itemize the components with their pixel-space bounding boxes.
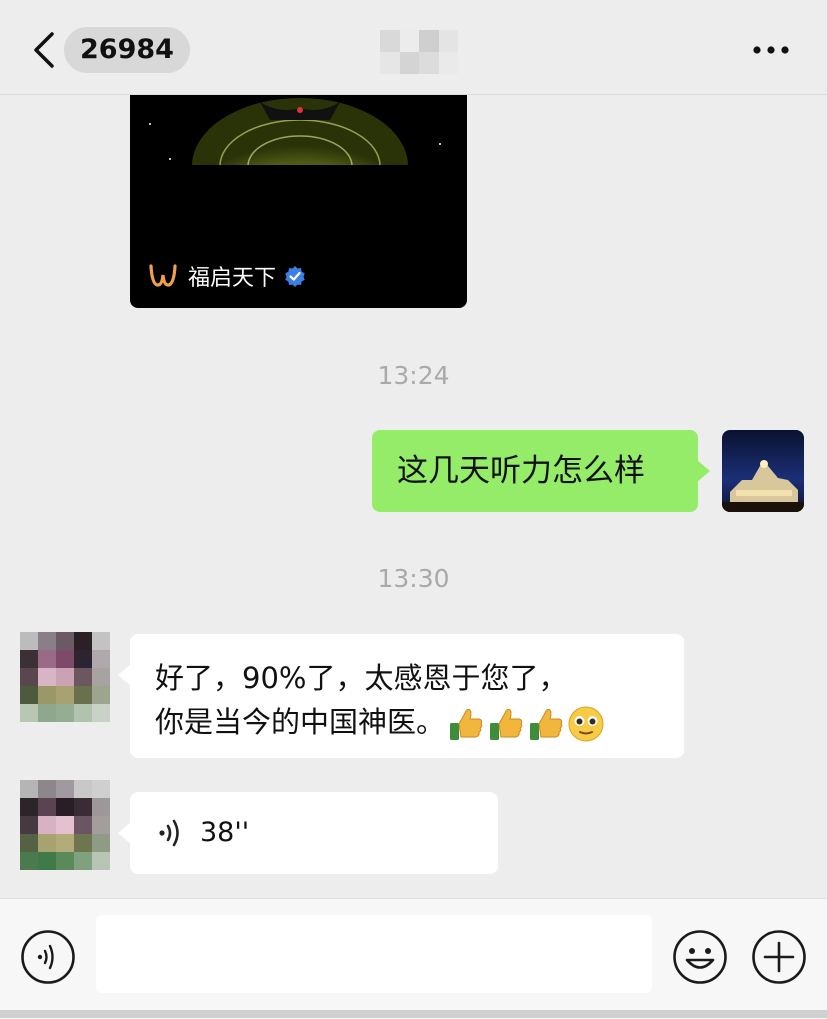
- pleading-face-icon: [568, 706, 604, 742]
- voice-input-toggle[interactable]: [20, 929, 76, 985]
- emoji-button[interactable]: [672, 929, 728, 985]
- message-timestamp: 13:24: [377, 361, 450, 390]
- smiley-icon: [673, 930, 727, 984]
- input-bar: [0, 898, 827, 1019]
- brand-logo-icon: [149, 264, 177, 287]
- thumbs-up-icon: [490, 708, 523, 740]
- more-options-button[interactable]: [751, 30, 791, 70]
- share-source: 福启天下: [148, 258, 306, 294]
- contact-avatar[interactable]: [20, 632, 110, 722]
- avatar-image: [722, 430, 804, 512]
- incoming-message-bubble[interactable]: 好了，90%了，太感恩于您了， 你是当今的中国神医。: [118, 634, 684, 758]
- ellipsis-icon: [753, 46, 789, 54]
- my-avatar[interactable]: [722, 430, 804, 512]
- voice-toggle-icon: [21, 930, 75, 984]
- chat-header: 26984: [0, 0, 827, 95]
- contact-avatar[interactable]: [20, 780, 110, 870]
- thumbs-up-icon: [450, 708, 483, 740]
- chevron-left-icon: [34, 32, 54, 68]
- plus-circle-icon: [752, 930, 806, 984]
- outgoing-message-bubble[interactable]: 这几天听力怎么样: [372, 430, 710, 512]
- voice-wave-icon: [159, 819, 179, 847]
- message-line-with-emoji: 你是当今的中国神医。: [155, 700, 660, 744]
- back-button[interactable]: [28, 28, 62, 72]
- video-thumbnail: [130, 94, 467, 174]
- shared-video-card[interactable]: 福启天下: [130, 94, 467, 308]
- message-input[interactable]: [96, 915, 652, 993]
- more-functions-button[interactable]: [751, 929, 807, 985]
- unread-count-badge[interactable]: 26984: [64, 27, 190, 73]
- voice-duration: 38'': [200, 817, 250, 848]
- voice-message-bubble[interactable]: 38'': [118, 792, 498, 874]
- home-indicator-area: [0, 1010, 827, 1018]
- message-line: 好了，90%了，太感恩于您了，: [155, 661, 568, 695]
- chat-title: [380, 30, 458, 74]
- thumbs-up-icon: [530, 708, 563, 740]
- message-timestamp: 13:30: [377, 564, 450, 593]
- source-name: 福启天下: [188, 266, 277, 291]
- verified-badge-icon: [285, 266, 305, 287]
